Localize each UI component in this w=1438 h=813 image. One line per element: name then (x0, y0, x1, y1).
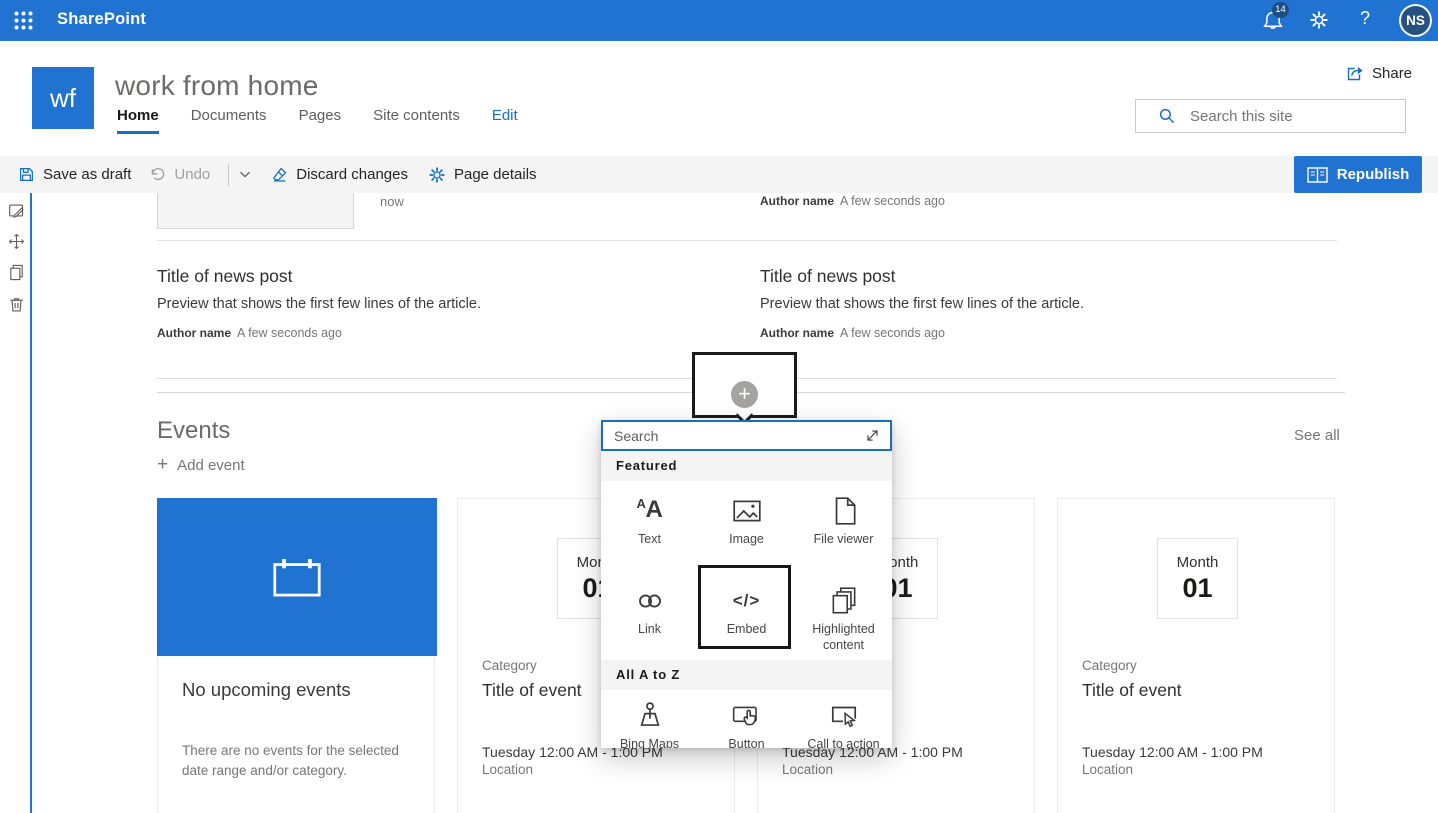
empty-events-message: There are no events for the selected dat… (182, 743, 399, 778)
events-heading: Events (157, 417, 231, 444)
undo-dropdown-chevron[interactable] (239, 171, 251, 178)
nav-tab-documents[interactable]: Documents (191, 107, 267, 134)
embed-icon: </> (732, 591, 761, 610)
undo-icon (152, 168, 165, 181)
news-post-byline: Author name A few seconds ago (157, 326, 342, 340)
avatar[interactable]: NS (1399, 4, 1432, 37)
nav-tab-home[interactable]: Home (117, 107, 159, 134)
toolbox-row: Link </> Embed Highlighted content (601, 560, 892, 660)
event-location: Location (782, 762, 834, 777)
toolbox-item-text[interactable]: AA Text (601, 482, 698, 560)
webpart-toolbox-popup: Featured AA Text Image File viewer (601, 420, 892, 748)
site-title[interactable]: work from home (115, 70, 319, 102)
move-section-icon[interactable] (8, 233, 25, 250)
settings-gear-icon[interactable] (1309, 10, 1329, 30)
news-divider (157, 240, 1337, 241)
toolbox-row: AA Text Image File viewer (601, 482, 892, 560)
plus-icon: + (157, 454, 169, 475)
help-icon[interactable]: ? (1360, 8, 1370, 29)
nav-tab-site-contents[interactable]: Site contents (373, 107, 460, 134)
app-launcher-icon[interactable] (13, 10, 34, 31)
site-logo[interactable]: wf (32, 67, 94, 129)
news-partial-timestamp: now (380, 194, 404, 209)
news-post-byline: Author name A few seconds ago (760, 326, 945, 340)
delete-section-icon[interactable] (8, 296, 25, 313)
save-as-draft-button[interactable]: Save as draft (18, 166, 131, 183)
file-viewer-icon (828, 495, 860, 527)
site-nav: Home Documents Pages Site contents Edit (117, 107, 518, 134)
toolbox-item-link[interactable]: Link (601, 560, 698, 660)
event-date-box: Month 01 (1157, 538, 1238, 619)
sharepoint-edit-page: SharePoint 14 ? NS wf work from home Hom… (0, 0, 1438, 813)
news-image-placeholder (157, 193, 354, 229)
toolbox-item-file-viewer[interactable]: File viewer (795, 482, 892, 560)
site-search-input[interactable] (1176, 107, 1405, 125)
call-to-action-icon (828, 700, 860, 732)
search-icon (1159, 108, 1175, 124)
toolbox-section-az: All A to Z (601, 660, 892, 690)
news-post-preview: Preview that shows the first few lines o… (760, 296, 1084, 312)
toolbox-item-bing-maps[interactable]: Bing Maps (601, 690, 698, 748)
toolbox-section-featured: Featured (601, 451, 892, 481)
section-selection-border (30, 193, 32, 813)
page-details-button[interactable]: Page details (428, 166, 537, 184)
event-time: Tuesday 12:00 AM - 1:00 PM (1082, 744, 1263, 760)
republish-button[interactable]: Republish (1294, 156, 1422, 193)
button-icon (731, 700, 763, 732)
add-webpart-plus-button[interactable]: + (731, 381, 758, 408)
calendar-icon (273, 558, 321, 596)
event-card-empty[interactable]: No upcoming events There are no events f… (157, 498, 437, 813)
event-title: Title of event (1082, 680, 1182, 700)
link-icon (634, 585, 666, 617)
see-all-link[interactable]: See all (1294, 427, 1340, 444)
republish-book-icon (1307, 166, 1328, 183)
chevron-down-icon (240, 171, 251, 178)
event-location: Location (1082, 762, 1134, 777)
expand-toolbox-icon[interactable] (865, 428, 880, 443)
news-post-title[interactable]: Title of news post (157, 266, 293, 287)
undo-button[interactable]: Undo (149, 166, 210, 183)
toolbox-item-embed[interactable]: </> Embed (698, 560, 795, 660)
event-category: Category (1082, 658, 1137, 673)
share-icon (1345, 64, 1365, 82)
event-card-blue-header (157, 498, 437, 656)
nav-tab-pages[interactable]: Pages (299, 107, 342, 134)
save-icon (20, 168, 33, 181)
discard-icon (273, 167, 287, 182)
toolbox-item-highlighted-content[interactable]: Highlighted content (795, 560, 892, 660)
page-details-gear-icon (429, 166, 445, 183)
add-event-button[interactable]: + Add event (157, 454, 245, 475)
text-icon: AA (636, 496, 663, 523)
divider (228, 163, 230, 186)
suite-app-name[interactable]: SharePoint (57, 10, 146, 29)
comment-note-icon[interactable] (8, 202, 25, 219)
toolbox-row: Bing Maps Button Call to action (601, 690, 892, 748)
highlighted-content-icon (828, 585, 860, 617)
share-button[interactable]: Share (1345, 64, 1412, 82)
image-icon (731, 495, 763, 527)
nav-edit-link[interactable]: Edit (492, 107, 518, 134)
command-bar: Save as draft Undo Discard changes Page … (0, 156, 1438, 193)
news-post-title[interactable]: Title of news post (760, 266, 896, 287)
news-partial-byline: Author name A few seconds ago (760, 194, 945, 208)
event-card[interactable]: Month 01 Category Title of event Tuesday… (1057, 498, 1335, 813)
news-post-preview: Preview that shows the first few lines o… (157, 296, 481, 312)
share-label: Share (1372, 64, 1413, 82)
toolbox-item-image[interactable]: Image (698, 482, 795, 560)
bing-maps-icon (634, 700, 666, 732)
event-location: Location (482, 762, 534, 777)
site-search-box (1135, 99, 1406, 133)
suite-bar: SharePoint 14 ? NS (0, 0, 1438, 41)
toolbox-search-input[interactable] (603, 427, 865, 444)
notification-count-badge: 14 (1272, 2, 1289, 18)
event-title: Title of event (482, 680, 582, 700)
toolbox-item-call-to-action[interactable]: Call to action (795, 690, 892, 748)
event-category: Category (482, 658, 537, 673)
discard-changes-button[interactable]: Discard changes (271, 166, 408, 183)
empty-events-title: No upcoming events (182, 679, 351, 700)
duplicate-section-icon[interactable] (8, 264, 25, 281)
toolbox-item-button[interactable]: Button (698, 690, 795, 748)
toolbox-search-box (601, 420, 892, 451)
